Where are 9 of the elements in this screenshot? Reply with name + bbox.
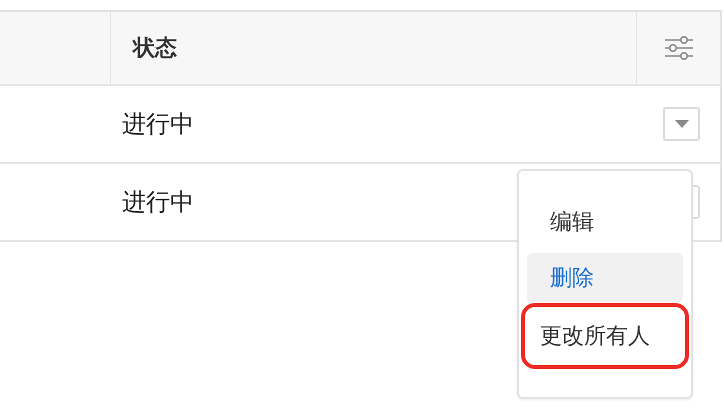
menu-item[interactable]: 编辑 bbox=[527, 197, 683, 247]
table-cell-text: 进行中 bbox=[122, 110, 194, 140]
dropdown-button[interactable] bbox=[663, 107, 700, 141]
menu-item[interactable]: 删除 bbox=[527, 253, 683, 303]
settings-icon[interactable] bbox=[664, 35, 694, 61]
menu-item[interactable]: 更改所有人 bbox=[521, 303, 689, 369]
caret-icon bbox=[674, 120, 688, 128]
table-cell-text: 进行中 bbox=[122, 188, 194, 218]
column-header: 状态 bbox=[133, 34, 177, 62]
